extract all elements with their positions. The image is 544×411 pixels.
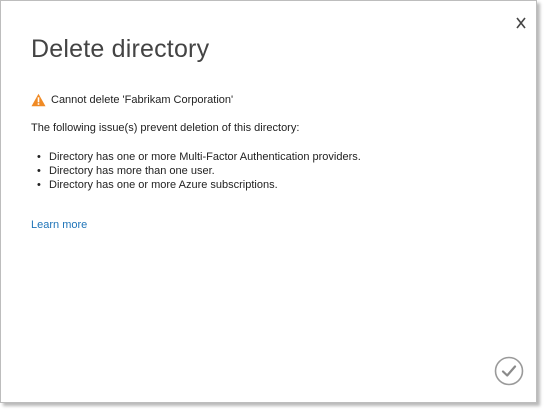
dialog-title: Delete directory xyxy=(31,35,210,63)
learn-more-link[interactable]: Learn more xyxy=(31,219,87,231)
list-item: • Directory has one or more Azure subscr… xyxy=(31,178,361,192)
list-item: • Directory has one or more Multi-Factor… xyxy=(31,150,361,164)
bullet: • xyxy=(37,179,41,191)
bullet: • xyxy=(37,165,41,177)
checkmark-icon[interactable] xyxy=(494,356,524,386)
close-icon[interactable] xyxy=(514,15,528,31)
issue-text: Directory has more than one user. xyxy=(49,165,215,177)
issue-text: Directory has one or more Multi-Factor A… xyxy=(49,151,361,163)
warning-text: Cannot delete 'Fabrikam Corporation' xyxy=(51,94,234,106)
issue-text: Directory has one or more Azure subscrip… xyxy=(49,179,278,191)
warning-icon xyxy=(31,93,46,107)
issues-heading: The following issue(s) prevent deletion … xyxy=(31,122,300,134)
delete-directory-dialog: Delete directory Cannot delete 'Fabrikam… xyxy=(0,0,537,403)
issues-list: • Directory has one or more Multi-Factor… xyxy=(31,150,361,192)
bullet: • xyxy=(37,151,41,163)
warning-message: Cannot delete 'Fabrikam Corporation' xyxy=(31,92,233,108)
list-item: • Directory has more than one user. xyxy=(31,164,361,178)
